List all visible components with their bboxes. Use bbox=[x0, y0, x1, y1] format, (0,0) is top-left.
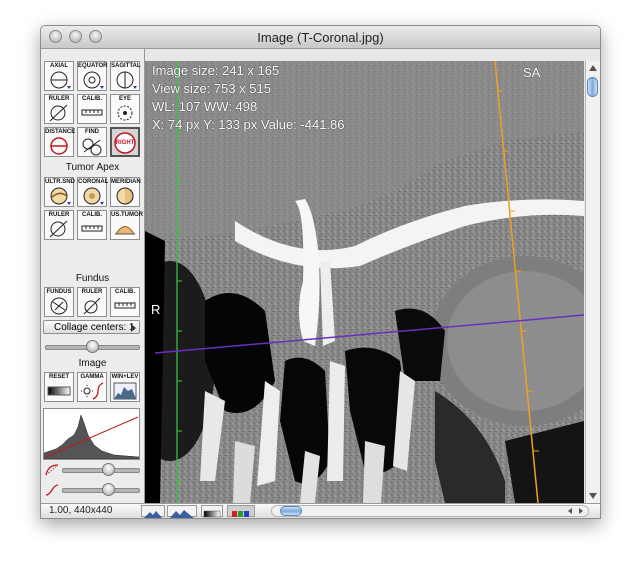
vertical-scroll-thumb[interactable] bbox=[587, 77, 598, 97]
rgb-icon bbox=[232, 511, 249, 517]
ruler-tool-button-3[interactable]: RULER bbox=[77, 287, 107, 317]
overlay-cursor-readout: X: 74 px Y: 133 px Value: -441.86 bbox=[152, 117, 345, 132]
slider-2-knob[interactable] bbox=[101, 483, 115, 496]
horizontal-scroll-thumb[interactable] bbox=[280, 506, 302, 516]
reset-tool-button[interactable]: RESET bbox=[44, 372, 74, 402]
histogram-large-button[interactable] bbox=[167, 505, 197, 518]
orientation-top-right-label: SA bbox=[523, 65, 541, 80]
right-tool-button[interactable]: RIGHT bbox=[110, 127, 140, 157]
distance-icon bbox=[50, 137, 68, 155]
grayscale-gradient-icon bbox=[203, 510, 221, 518]
orientation-left-label: R bbox=[151, 302, 161, 317]
small-histogram-icon bbox=[144, 511, 162, 518]
coronal-icon bbox=[83, 187, 104, 205]
distance-tool-button[interactable]: DISTANCE bbox=[44, 127, 75, 157]
histogram[interactable] bbox=[43, 408, 140, 460]
overlay-image-size: Image size: 241 x 165 bbox=[152, 63, 280, 78]
us-tumor-tool-button[interactable]: US.TUMOR bbox=[110, 210, 143, 240]
status-bar: 1.00, 440x440 bbox=[41, 503, 600, 518]
sagittal-tool-button[interactable]: SAGITTAL bbox=[110, 61, 141, 91]
scroll-left-arrow-icon[interactable] bbox=[566, 507, 574, 515]
gamma-tool-button[interactable]: GAMMA bbox=[77, 372, 107, 402]
coronal-tool-button[interactable]: CORONAL bbox=[77, 177, 108, 207]
gamma-icon bbox=[81, 382, 104, 400]
window-title: Image (T-Coronal.jpg) bbox=[257, 30, 384, 45]
group-label-fundus: Fundus bbox=[75, 273, 110, 284]
scroll-up-arrow-icon[interactable] bbox=[589, 65, 597, 71]
equator-icon bbox=[83, 71, 104, 89]
overlay-wl-ww: WL: 107 WW: 498 bbox=[152, 99, 258, 114]
eye-icon bbox=[117, 105, 133, 121]
image-window: Image (T-Coronal.jpg) AXIAL EQUATOR SAGI… bbox=[40, 25, 601, 519]
eye-tool-button[interactable]: EYE bbox=[110, 94, 140, 124]
large-histogram-icon bbox=[170, 510, 194, 518]
dropdown-arrow-icon bbox=[131, 324, 136, 332]
ruler-icon bbox=[49, 220, 68, 238]
scroll-down-arrow-icon[interactable] bbox=[589, 493, 597, 499]
color-lut-button[interactable] bbox=[227, 505, 255, 517]
histogram-plot bbox=[43, 414, 140, 460]
calib-tool-button-2[interactable]: CALIB. bbox=[77, 210, 107, 240]
axial-tool-button[interactable]: AXIAL bbox=[44, 61, 74, 91]
calibration-ruler-icon bbox=[114, 302, 136, 309]
slider-1-knob[interactable] bbox=[101, 463, 115, 476]
tool-panel: AXIAL EQUATOR SAGITTAL RULER CALIB. EYE … bbox=[41, 49, 145, 516]
meridian-icon bbox=[116, 187, 134, 205]
ruler-icon bbox=[83, 297, 101, 315]
calibration-ruler-icon bbox=[81, 109, 103, 116]
ruler-icon bbox=[49, 104, 68, 122]
find-tool-button[interactable]: FIND bbox=[77, 127, 107, 157]
tumor-icon bbox=[115, 226, 135, 235]
grayscale-button[interactable] bbox=[201, 505, 223, 518]
window-level-tool-button[interactable]: WIN+LEV bbox=[110, 372, 140, 402]
contrast-curve-icon bbox=[45, 464, 59, 476]
fundus-tool-button[interactable]: FUNDUS bbox=[44, 287, 74, 317]
title-bar[interactable]: Image (T-Coronal.jpg) bbox=[41, 26, 600, 49]
horizontal-scrollbar[interactable] bbox=[271, 505, 589, 517]
ruler-tool-button-2[interactable]: RULER bbox=[44, 210, 74, 240]
collage-slider-knob[interactable] bbox=[85, 340, 99, 353]
calib-tool-button[interactable]: CALIB. bbox=[77, 94, 107, 124]
scroll-right-arrow-icon[interactable] bbox=[577, 507, 585, 515]
equator-tool-button[interactable]: EQUATOR bbox=[77, 61, 107, 91]
ruler-tool-button[interactable]: RULER bbox=[44, 94, 74, 124]
group-label-tumor-apex: Tumor Apex bbox=[65, 162, 120, 173]
sagittal-icon bbox=[116, 71, 137, 89]
overlay-view-size: View size: 753 x 515 bbox=[152, 81, 271, 96]
group-label-image: Image bbox=[78, 358, 107, 369]
image-viewer[interactable]: Image size: 241 x 165 View size: 753 x 5… bbox=[145, 61, 584, 503]
histogram-small-button[interactable] bbox=[141, 505, 165, 518]
window-level-icon bbox=[113, 382, 137, 400]
meridian-tool-button[interactable]: MERIDIAN bbox=[110, 177, 141, 207]
ultrasound-icon bbox=[50, 187, 71, 205]
vertical-scrollbar[interactable] bbox=[585, 61, 600, 503]
gamma-curve-icon bbox=[45, 484, 59, 496]
calib-tool-button-3[interactable]: CALIB. bbox=[110, 287, 140, 317]
axial-icon bbox=[50, 71, 71, 89]
reset-gradient-icon bbox=[47, 386, 71, 396]
find-icon bbox=[82, 138, 102, 156]
ultrasound-tool-button[interactable]: ULTR.SND bbox=[44, 177, 75, 207]
collage-centers-select[interactable]: Collage centers: 1 bbox=[43, 320, 140, 334]
fundus-icon bbox=[50, 297, 68, 315]
zoom-readout: 1.00, 440x440 bbox=[49, 505, 113, 516]
calibration-ruler-icon bbox=[81, 225, 103, 232]
